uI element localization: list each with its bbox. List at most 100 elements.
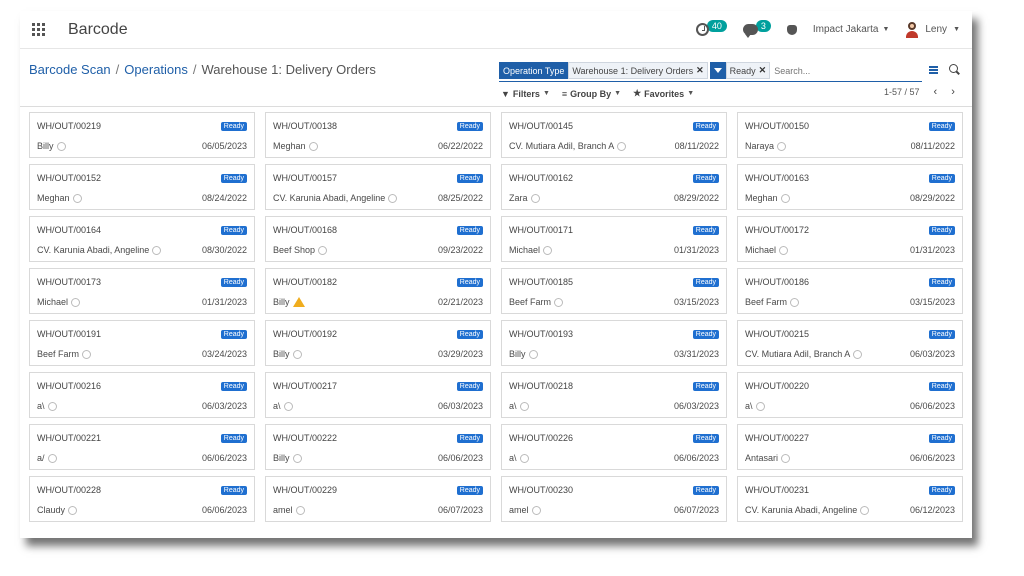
list-view-icon[interactable] xyxy=(929,66,938,74)
status-badge: Ready xyxy=(220,382,247,391)
kanban-card[interactable]: WH/OUT/00230 Ready amel 06/07/2023 xyxy=(501,476,727,522)
activity-circle-icon[interactable] xyxy=(860,505,870,515)
filters-dropdown[interactable]: ▼ Filters ▼ xyxy=(501,88,550,99)
kanban-card[interactable]: WH/OUT/00182 Ready Billy 02/21/2023 xyxy=(265,268,491,314)
kanban-card[interactable]: WH/OUT/00145 Ready CV. Mutiara Adil, Branc… xyxy=(501,112,727,158)
activity-circle-icon[interactable] xyxy=(554,297,564,307)
activity-circle-icon[interactable] xyxy=(82,349,92,359)
activity-circle-icon[interactable] xyxy=(388,193,398,203)
kanban-card[interactable]: WH/OUT/00222 Ready Billy 06/06/2023 xyxy=(265,424,491,470)
kanban-card[interactable]: WH/OUT/00226 Ready a\ 06/06/2023 xyxy=(501,424,727,470)
card-reference: WH/OUT/00216 xyxy=(37,381,102,391)
kanban-card[interactable]: WH/OUT/00191 Ready Beef Farm 03/24/2023 xyxy=(29,320,255,366)
kanban-card[interactable]: WH/OUT/00150 Ready Naraya 08/11/2022 xyxy=(737,112,963,158)
activity-circle-icon[interactable] xyxy=(71,297,81,307)
group-by-dropdown[interactable]: ≡ Group By ▼ xyxy=(562,88,621,99)
search-icon[interactable] xyxy=(949,64,958,73)
activity-circle-icon[interactable] xyxy=(47,453,57,463)
card-date: 03/24/2023 xyxy=(201,349,247,359)
activity-circle-icon[interactable] xyxy=(68,505,78,515)
activity-circle-icon[interactable] xyxy=(779,245,789,255)
kanban-card[interactable]: WH/OUT/00227 Ready Antasari 06/06/2023 xyxy=(737,424,963,470)
kanban-card[interactable]: WH/OUT/00157 Ready CV. Karunia Abadi, Ange… xyxy=(265,164,491,210)
card-reference: WH/OUT/00152 xyxy=(37,173,102,183)
kanban-card[interactable]: WH/OUT/00219 Ready Billy 06/05/2023 xyxy=(29,112,255,158)
activity-circle-icon[interactable] xyxy=(755,401,765,411)
chevron-right-icon[interactable]: › xyxy=(951,86,955,98)
card-date: 08/24/2022 xyxy=(201,193,247,203)
kanban-card[interactable]: WH/OUT/00163 Ready Meghan 08/29/2022 xyxy=(737,164,963,210)
card-partner: Meghan xyxy=(273,141,306,151)
chevron-left-icon[interactable]: ‹ xyxy=(934,86,938,98)
kanban-card[interactable]: WH/OUT/00192 Ready Billy 03/29/2023 xyxy=(265,320,491,366)
activity-circle-icon[interactable] xyxy=(292,453,302,463)
activity-circle-icon[interactable] xyxy=(283,401,293,411)
kanban-card[interactable]: WH/OUT/00229 Ready amel 06/07/2023 xyxy=(265,476,491,522)
kanban-card[interactable]: WH/OUT/00220 Ready a\ 06/06/2023 xyxy=(737,372,963,418)
kanban-card[interactable]: WH/OUT/00168 Ready Beef Shop 09/23/2022 xyxy=(265,216,491,262)
favorites-dropdown[interactable]: ★ Favorites ▼ xyxy=(633,88,694,99)
activity-circle-icon[interactable] xyxy=(152,245,162,255)
kanban-card[interactable]: WH/OUT/00162 Ready Zara 08/29/2022 xyxy=(501,164,727,210)
kanban-card[interactable]: WH/OUT/00186 Ready Beef Farm 03/15/2023 xyxy=(737,268,963,314)
status-badge: Ready xyxy=(928,434,955,443)
messages-button[interactable]: 3 xyxy=(742,19,771,38)
kanban-card[interactable]: WH/OUT/00171 Ready Michael 01/31/2023 xyxy=(501,216,727,262)
activity-circle-icon[interactable] xyxy=(318,245,328,255)
activity-circle-icon[interactable] xyxy=(528,349,538,359)
activity-circle-icon[interactable] xyxy=(781,453,791,463)
warning-icon[interactable] xyxy=(292,297,305,307)
kanban-card[interactable]: WH/OUT/00228 Ready Claudy 06/06/2023 xyxy=(29,476,255,522)
kanban-card[interactable]: WH/OUT/00221 Ready a/06/06/2023 xyxy=(29,424,255,470)
kanban-card[interactable]: WH/OUT/00138 Ready Meghan 06/22/2022 xyxy=(265,112,491,158)
activity-circle-icon[interactable] xyxy=(519,453,529,463)
activity-circle-icon[interactable] xyxy=(519,401,529,411)
card-reference: WH/OUT/00193 xyxy=(509,329,574,339)
kanban-card[interactable]: WH/OUT/00173 Ready Michael 01/31/2023 xyxy=(29,268,255,314)
card-reference: WH/OUT/00145 xyxy=(509,121,574,131)
activity-circle-icon[interactable] xyxy=(56,141,66,151)
activity-circle-icon[interactable] xyxy=(292,349,302,359)
activity-circle-icon[interactable] xyxy=(530,193,540,203)
user-menu[interactable]: Leny ▼ xyxy=(905,21,960,38)
kanban-card[interactable]: WH/OUT/00193 Ready Billy 03/31/2023 xyxy=(501,320,727,366)
kanban-card[interactable]: WH/OUT/00164 Ready CV. Karunia Abadi, Ange… xyxy=(29,216,255,262)
activity-circle-icon[interactable] xyxy=(853,349,863,359)
breadcrumb-barcode-scan[interactable]: Barcode Scan xyxy=(29,62,111,77)
debug-bug-icon[interactable] xyxy=(786,24,797,35)
kanban-card[interactable]: WH/OUT/00215 Ready CV. Mutiara Adil, Branc… xyxy=(737,320,963,366)
activity-circle-icon[interactable] xyxy=(531,505,541,515)
company-switcher[interactable]: Impact Jakarta ▼ xyxy=(813,24,890,35)
company-name: Impact Jakarta xyxy=(812,24,879,35)
kanban-card[interactable]: WH/OUT/00185 Ready Beef Farm 03/15/2023 xyxy=(501,268,727,314)
activity-circle-icon[interactable] xyxy=(543,245,553,255)
status-badge: Ready xyxy=(928,330,955,339)
breadcrumb-operations[interactable]: Operations xyxy=(124,62,188,77)
app-menu-grid-icon[interactable] xyxy=(32,22,46,37)
activity-circle-icon[interactable] xyxy=(617,141,627,151)
kanban-card[interactable]: WH/OUT/00216 Ready a\ 06/03/2023 xyxy=(29,372,255,418)
kanban-card[interactable]: WH/OUT/00217 Ready a\ 06/03/2023 xyxy=(265,372,491,418)
remove-facet-icon[interactable]: ✕ xyxy=(759,65,767,76)
pager-range[interactable]: 1-57 / 57 xyxy=(884,87,920,97)
breadcrumb-current: Warehouse 1: Delivery Orders xyxy=(201,62,376,77)
activity-circle-icon[interactable] xyxy=(308,141,318,151)
search-input[interactable] xyxy=(772,65,913,76)
activity-circle-icon[interactable] xyxy=(780,193,790,203)
activity-circle-icon[interactable] xyxy=(777,141,787,151)
activity-circle-icon[interactable] xyxy=(72,193,82,203)
search-facet-filter[interactable]: Ready ✕ xyxy=(709,62,771,79)
activity-circle-icon[interactable] xyxy=(790,297,800,307)
activity-circle-icon[interactable] xyxy=(47,401,57,411)
kanban-card[interactable]: WH/OUT/00218 Ready a\ 06/03/2023 xyxy=(501,372,727,418)
activity-circle-icon[interactable] xyxy=(295,505,305,515)
remove-facet-icon[interactable]: ✕ xyxy=(696,65,704,76)
kanban-card[interactable]: WH/OUT/00231 Ready CV. Karunia Abadi, Ange… xyxy=(737,476,963,522)
kanban-card[interactable]: WH/OUT/00172 Ready Michael 01/31/2023 xyxy=(737,216,963,262)
kanban-card[interactable]: WH/OUT/00152 Ready Meghan 08/24/2022 xyxy=(29,164,255,210)
card-partner: Naraya xyxy=(745,141,775,151)
app-title[interactable]: Barcode xyxy=(68,21,128,39)
status-badge: Ready xyxy=(220,486,247,495)
activities-button[interactable]: 40 xyxy=(695,19,727,36)
search-facet-operation-type[interactable]: Operation Type Warehouse 1: Delivery Ord… xyxy=(499,62,708,79)
